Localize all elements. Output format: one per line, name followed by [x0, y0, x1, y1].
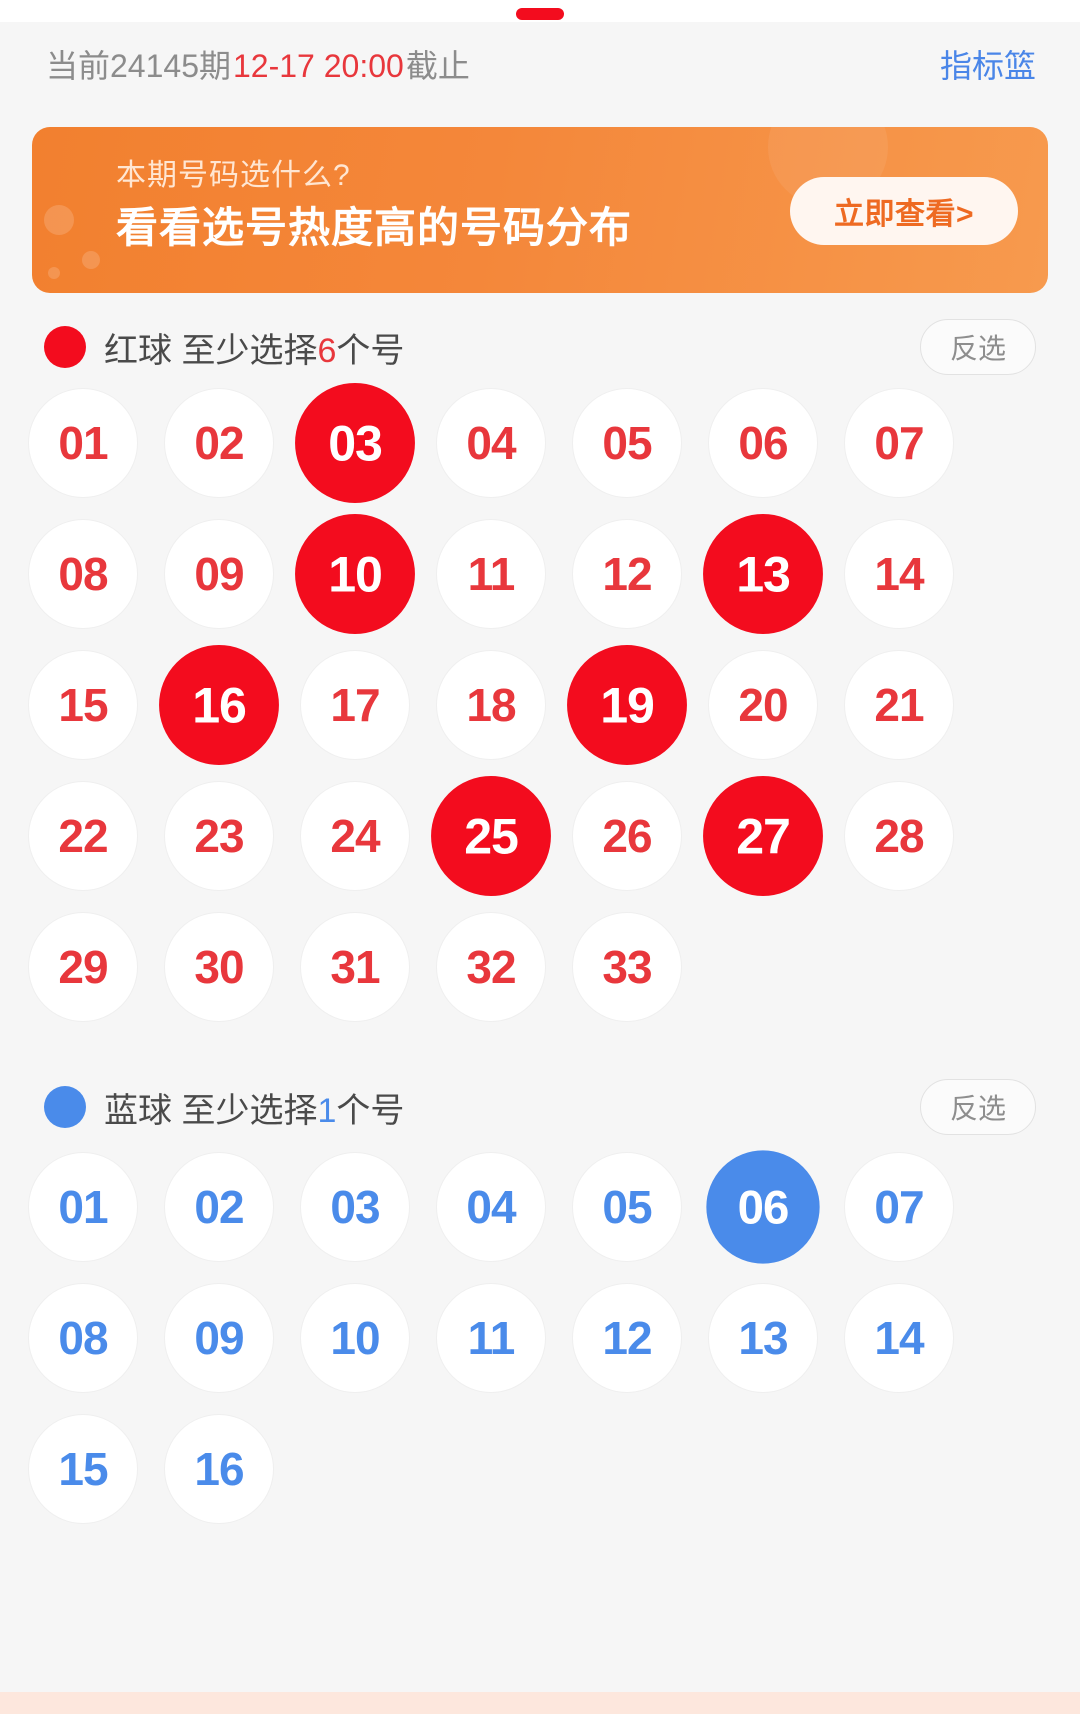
blue-min-count: 1	[317, 1091, 337, 1130]
red-ball-04[interactable]: 04	[436, 388, 546, 498]
blue-ball-01[interactable]: 01	[28, 1152, 138, 1262]
active-tab-indicator	[516, 8, 564, 20]
red-ball-11[interactable]: 11	[436, 519, 546, 629]
red-ball-29[interactable]: 29	[28, 912, 138, 1022]
red-min-count: 6	[317, 331, 337, 370]
blue-ball-04[interactable]: 04	[436, 1152, 546, 1262]
blue-ball-15[interactable]: 15	[28, 1414, 138, 1524]
red-ball-32[interactable]: 32	[436, 912, 546, 1022]
red-ball-22[interactable]: 22	[28, 781, 138, 891]
blue-ball-11[interactable]: 11	[436, 1283, 546, 1393]
blue-ball-section-label: 蓝球 至少选择1个号	[104, 1083, 404, 1132]
blue-ball-grid: 01 02 03 04 05 06 07 08 09 10 11 12 13 14 15 16	[28, 1150, 1052, 1545]
blue-ball-dot-icon	[44, 1086, 86, 1128]
red-ball-13[interactable]: 13	[703, 514, 823, 634]
issue-deadline-text: 当前24145期12-17 20:00截止	[46, 41, 470, 87]
blue-ball-16[interactable]: 16	[164, 1414, 274, 1524]
red-label-prefix: 红球 至少选择	[104, 331, 318, 370]
red-ball-20[interactable]: 20	[708, 650, 818, 760]
red-ball-05[interactable]: 05	[572, 388, 682, 498]
blue-label-prefix: 蓝球 至少选择	[104, 1091, 318, 1130]
banner-title: 看看选号热度高的号码分布	[116, 204, 633, 251]
red-ball-grid: 01 02 03 04 05 06 07 08 09 10 11 12 13 14 15 16 17 18 19 20…	[28, 383, 1052, 1043]
red-ball-14[interactable]: 14	[844, 519, 954, 629]
blue-ball-08[interactable]: 08	[28, 1283, 138, 1393]
red-ball-25[interactable]: 25	[431, 776, 551, 896]
blue-invert-selection-button[interactable]: 反选	[920, 1079, 1036, 1135]
lottery-pick-screen: 当前24145期12-17 20:00截止 指标篮 本期号码选什么? 看看选号热…	[0, 0, 1080, 1714]
red-ball-31[interactable]: 31	[300, 912, 410, 1022]
red-ball-09[interactable]: 09	[164, 519, 274, 629]
red-ball-19[interactable]: 19	[567, 645, 687, 765]
issue-prefix: 当前24145期	[46, 48, 231, 84]
red-ball-26[interactable]: 26	[572, 781, 682, 891]
blue-ball-05[interactable]: 05	[572, 1152, 682, 1262]
red-ball-21[interactable]: 21	[844, 650, 954, 760]
issue-header: 当前24145期12-17 20:00截止 指标篮	[0, 22, 1080, 106]
red-ball-section-label: 红球 至少选择6个号	[104, 323, 404, 372]
blue-ball-02[interactable]: 02	[164, 1152, 274, 1262]
blue-ball-14[interactable]: 14	[844, 1283, 954, 1393]
red-ball-17[interactable]: 17	[300, 650, 410, 760]
banner-decor-circle	[82, 251, 100, 269]
blue-label-suffix: 个号	[336, 1091, 405, 1130]
blue-ball-06[interactable]: 06	[706, 1150, 820, 1264]
blue-ball-13[interactable]: 13	[708, 1283, 818, 1393]
red-ball-12[interactable]: 12	[572, 519, 682, 629]
red-ball-16[interactable]: 16	[159, 645, 279, 765]
red-ball-33[interactable]: 33	[572, 912, 682, 1022]
red-ball-18[interactable]: 18	[436, 650, 546, 760]
blue-ball-section-header: 蓝球 至少选择1个号 反选	[0, 1072, 1080, 1142]
red-ball-27[interactable]: 27	[703, 776, 823, 896]
blue-ball-03[interactable]: 03	[300, 1152, 410, 1262]
banner-text-block: 本期号码选什么? 看看选号热度高的号码分布	[116, 157, 632, 257]
red-ball-01[interactable]: 01	[28, 388, 138, 498]
red-invert-selection-button[interactable]: 反选	[920, 319, 1036, 375]
promo-banner[interactable]: 本期号码选什么? 看看选号热度高的号码分布 立即查看>	[32, 127, 1048, 293]
red-ball-30[interactable]: 30	[164, 912, 274, 1022]
blue-ball-09[interactable]: 09	[164, 1283, 274, 1393]
blue-ball-10[interactable]: 10	[300, 1283, 410, 1393]
top-strip	[0, 0, 1080, 22]
red-ball-23[interactable]: 23	[164, 781, 274, 891]
red-ball-07[interactable]: 07	[844, 388, 954, 498]
red-ball-03[interactable]: 03	[295, 383, 415, 503]
banner-decor-circle	[44, 205, 74, 235]
red-ball-06[interactable]: 06	[708, 388, 818, 498]
red-ball-10[interactable]: 10	[295, 514, 415, 634]
red-ball-08[interactable]: 08	[28, 519, 138, 629]
banner-view-now-button[interactable]: 立即查看>	[790, 177, 1018, 245]
issue-suffix: 截止	[405, 48, 470, 84]
blue-ball-12[interactable]: 12	[572, 1283, 682, 1393]
indicator-basket-link[interactable]: 指标篮	[940, 41, 1036, 87]
red-ball-dot-icon	[44, 326, 86, 368]
red-ball-24[interactable]: 24	[300, 781, 410, 891]
issue-deadline: 12-17 20:00	[233, 48, 404, 84]
red-ball-section-header: 红球 至少选择6个号 反选	[0, 312, 1080, 382]
bottom-bar-strip	[0, 1692, 1080, 1714]
banner-subtitle: 本期号码选什么?	[116, 159, 351, 192]
banner-decor-circle	[48, 267, 60, 279]
red-ball-02[interactable]: 02	[164, 388, 274, 498]
red-label-suffix: 个号	[336, 331, 405, 370]
blue-ball-07[interactable]: 07	[844, 1152, 954, 1262]
red-ball-15[interactable]: 15	[28, 650, 138, 760]
red-ball-28[interactable]: 28	[844, 781, 954, 891]
